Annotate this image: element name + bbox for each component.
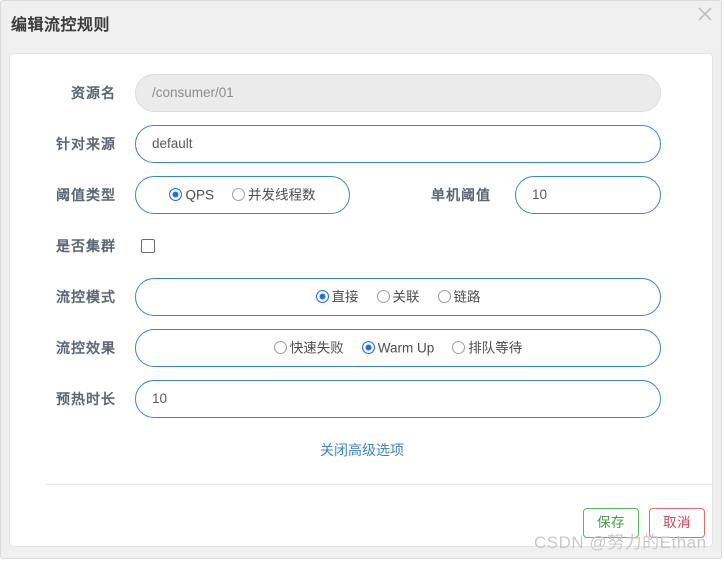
row-origin: 针对来源 default bbox=[10, 125, 712, 163]
label-flow-effect: 流控效果 bbox=[56, 340, 116, 356]
flow-mode-option-associated[interactable]: 关联 bbox=[376, 279, 420, 315]
dialog-title: 编辑流控规则 bbox=[11, 17, 111, 34]
flow-effect-option-warm-up[interactable]: Warm Up bbox=[361, 330, 434, 366]
toggle-advanced-options-link[interactable]: 关闭高级选项 bbox=[320, 440, 404, 460]
cancel-button[interactable]: 取消 bbox=[649, 508, 705, 538]
edit-flow-rule-dialog: 编辑流控规则 资源名 /consumer/01 针对来源 default 阈值类… bbox=[0, 0, 722, 559]
label-warmup-duration: 预热时长 bbox=[56, 391, 116, 407]
radio-checked-icon bbox=[315, 279, 329, 314]
threshold-type-radio-group[interactable]: QPS 并发线程数 bbox=[135, 176, 350, 214]
label-threshold-type: 阈值类型 bbox=[56, 187, 116, 203]
threshold-type-option-threads[interactable]: 并发线程数 bbox=[232, 177, 316, 213]
radio-unchecked-icon bbox=[273, 330, 287, 365]
radio-checked-icon bbox=[361, 330, 375, 365]
row-flow-mode: 流控模式 直接 关联 链路 bbox=[10, 278, 712, 316]
label-single-threshold: 单机阈值 bbox=[431, 187, 491, 203]
flow-mode-option-chain[interactable]: 链路 bbox=[437, 279, 481, 315]
row-warmup-duration: 预热时长 10 bbox=[10, 380, 712, 418]
flow-effect-option-fast-fail[interactable]: 快速失败 bbox=[273, 330, 344, 366]
single-threshold-input[interactable]: 10 bbox=[515, 176, 661, 214]
is-cluster-checkbox[interactable] bbox=[141, 239, 155, 253]
warmup-duration-input[interactable]: 10 bbox=[135, 380, 661, 418]
label-origin: 针对来源 bbox=[56, 136, 116, 152]
row-is-cluster: 是否集群 bbox=[10, 227, 712, 265]
resource-name-input: /consumer/01 bbox=[135, 74, 661, 112]
close-icon[interactable] bbox=[696, 5, 714, 23]
flow-effect-option-queue[interactable]: 排队等待 bbox=[452, 330, 522, 366]
flow-mode-option-direct[interactable]: 直接 bbox=[315, 279, 359, 315]
row-threshold-type: 阈值类型 QPS 并发线程数 单机阈值 10 bbox=[10, 176, 712, 214]
flow-effect-radio-group[interactable]: 快速失败 Warm Up 排队等待 bbox=[135, 329, 661, 367]
flow-mode-radio-group[interactable]: 直接 关联 链路 bbox=[135, 278, 661, 316]
label-flow-mode: 流控模式 bbox=[56, 289, 116, 305]
footer-divider bbox=[46, 484, 713, 485]
radio-unchecked-icon bbox=[232, 177, 245, 212]
threshold-type-option-qps[interactable]: QPS bbox=[169, 177, 214, 213]
form-card: 资源名 /consumer/01 针对来源 default 阈值类型 QPS 并… bbox=[9, 53, 713, 547]
radio-unchecked-icon bbox=[376, 279, 390, 314]
radio-checked-icon bbox=[169, 177, 183, 212]
label-resource-name: 资源名 bbox=[71, 85, 116, 101]
origin-input[interactable]: default bbox=[135, 125, 661, 163]
radio-unchecked-icon bbox=[437, 279, 451, 314]
save-button[interactable]: 保存 bbox=[583, 508, 639, 538]
label-is-cluster: 是否集群 bbox=[56, 238, 116, 254]
row-resource-name: 资源名 /consumer/01 bbox=[10, 74, 712, 112]
radio-unchecked-icon bbox=[452, 330, 466, 365]
row-flow-effect: 流控效果 快速失败 Warm Up 排队等待 bbox=[10, 329, 712, 367]
dialog-header: 编辑流控规则 bbox=[1, 1, 721, 47]
